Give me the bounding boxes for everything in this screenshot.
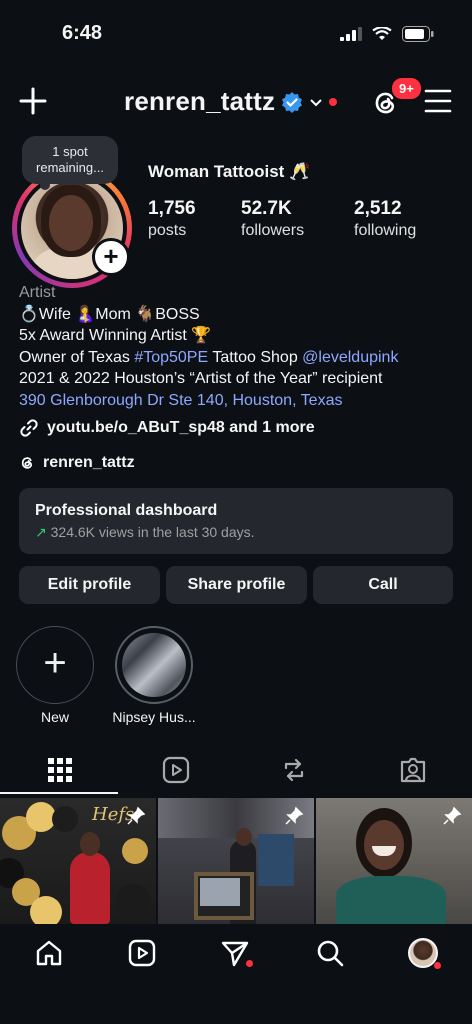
followers-label: followers	[241, 222, 305, 239]
search-icon[interactable]	[315, 938, 345, 968]
external-links[interactable]: youtu.be/o_ABuT_sp48 and 1 more	[19, 418, 315, 438]
mention-link[interactable]: @leveldupink	[302, 349, 398, 366]
create-plus-icon[interactable]	[18, 86, 48, 116]
pin-icon	[285, 806, 304, 825]
menu-hamburger-icon[interactable]	[424, 88, 452, 114]
tagged-tab-icon[interactable]	[399, 756, 427, 784]
profile-category-line: Woman Tattooist 🥂	[148, 162, 311, 181]
threads-handle: renren_tattz	[43, 454, 135, 471]
stat-posts[interactable]: 1,756 posts	[148, 198, 196, 240]
bio-line-4: 2021 & 2022 Houston’s “Artist of the Yea…	[19, 370, 383, 387]
following-count: 2,512	[354, 198, 402, 219]
professional-dashboard[interactable]: Professional dashboard ↗ 324.6K views in…	[19, 488, 453, 554]
verified-badge-icon	[282, 91, 303, 113]
edit-profile-button[interactable]: Edit profile	[19, 566, 160, 604]
share-profile-button[interactable]: Share profile	[166, 566, 307, 604]
status-time: 6:48	[62, 22, 103, 44]
highlight-nipsey[interactable]	[115, 626, 193, 704]
notification-badge: 9+	[390, 76, 423, 101]
bio-text: Owner of Texas	[19, 348, 135, 366]
add-story-button[interactable]: +	[92, 238, 130, 276]
signal-icon	[340, 27, 362, 41]
following-label: following	[354, 222, 417, 239]
profile-note[interactable]: 1 spot remaining...	[22, 136, 118, 184]
post-tile[interactable]: Hefs	[0, 798, 156, 924]
active-tab-indicator	[0, 792, 118, 794]
messages-unread-dot	[246, 960, 253, 967]
bio-line-1: 💍Wife 🤱Mom 🐐BOSS	[19, 305, 200, 323]
stat-following[interactable]: 2,512 following	[354, 198, 416, 240]
bio-text: Tattoo Shop	[208, 348, 303, 366]
status-icons	[340, 26, 434, 42]
dashboard-subtitle: ↗ 324.6K views in the last 30 days.	[35, 524, 437, 541]
wifi-icon	[372, 27, 392, 40]
reels-nav-icon[interactable]	[127, 938, 157, 968]
post-tile[interactable]	[316, 798, 472, 924]
home-icon[interactable]	[34, 938, 64, 968]
stat-followers[interactable]: 52.7K followers	[241, 198, 304, 240]
unread-dot	[329, 97, 338, 106]
note-tail	[40, 180, 50, 190]
bio-line-3: Owner of Texas #Top50PE Tattoo Shop @lev…	[19, 347, 459, 369]
grid-tab-icon[interactable]	[46, 756, 74, 784]
threads-profile-link[interactable]: renren_tattz	[19, 454, 135, 472]
account-switcher[interactable]: renren_tattz	[124, 86, 338, 117]
posts-count: 1,756	[148, 198, 196, 219]
bio-category: Artist	[19, 284, 56, 301]
battery-icon	[402, 26, 434, 42]
chevron-down-icon	[310, 98, 322, 106]
bio-line-2: 5x Award Winning Artist 🏆	[19, 327, 212, 344]
profile-unread-dot	[434, 962, 441, 969]
links-text: youtu.be/o_ABuT_sp48 and 1 more	[47, 419, 315, 436]
new-highlight-button[interactable]: +	[16, 626, 94, 704]
pin-icon	[127, 806, 146, 825]
hashtag-link[interactable]: #Top50PE	[134, 349, 208, 366]
highlight-label: Nipsey Hus...	[112, 709, 196, 725]
followers-count: 52.7K	[241, 198, 292, 219]
reels-tab-icon[interactable]	[162, 756, 190, 784]
threads-small-icon	[21, 457, 32, 469]
dashboard-views: 324.6K views in the last 30 days.	[50, 524, 255, 540]
pin-icon	[443, 806, 462, 825]
header-username: renren_tattz	[124, 86, 276, 116]
dashboard-title: Professional dashboard	[35, 502, 218, 519]
reposts-tab-icon[interactable]	[280, 756, 308, 784]
post-tile[interactable]	[158, 798, 314, 924]
call-button[interactable]: Call	[313, 566, 453, 604]
link-icon	[20, 419, 38, 437]
posts-label: posts	[148, 222, 187, 239]
address-link[interactable]: 390 Glenborough Dr Ste 140, Houston, Tex…	[19, 390, 459, 412]
trend-up-icon: ↗	[35, 524, 47, 540]
bio: Artist 💍Wife 🤱Mom 🐐BOSS 5x Award Winning…	[19, 282, 459, 411]
highlight-label: New	[40, 709, 69, 725]
